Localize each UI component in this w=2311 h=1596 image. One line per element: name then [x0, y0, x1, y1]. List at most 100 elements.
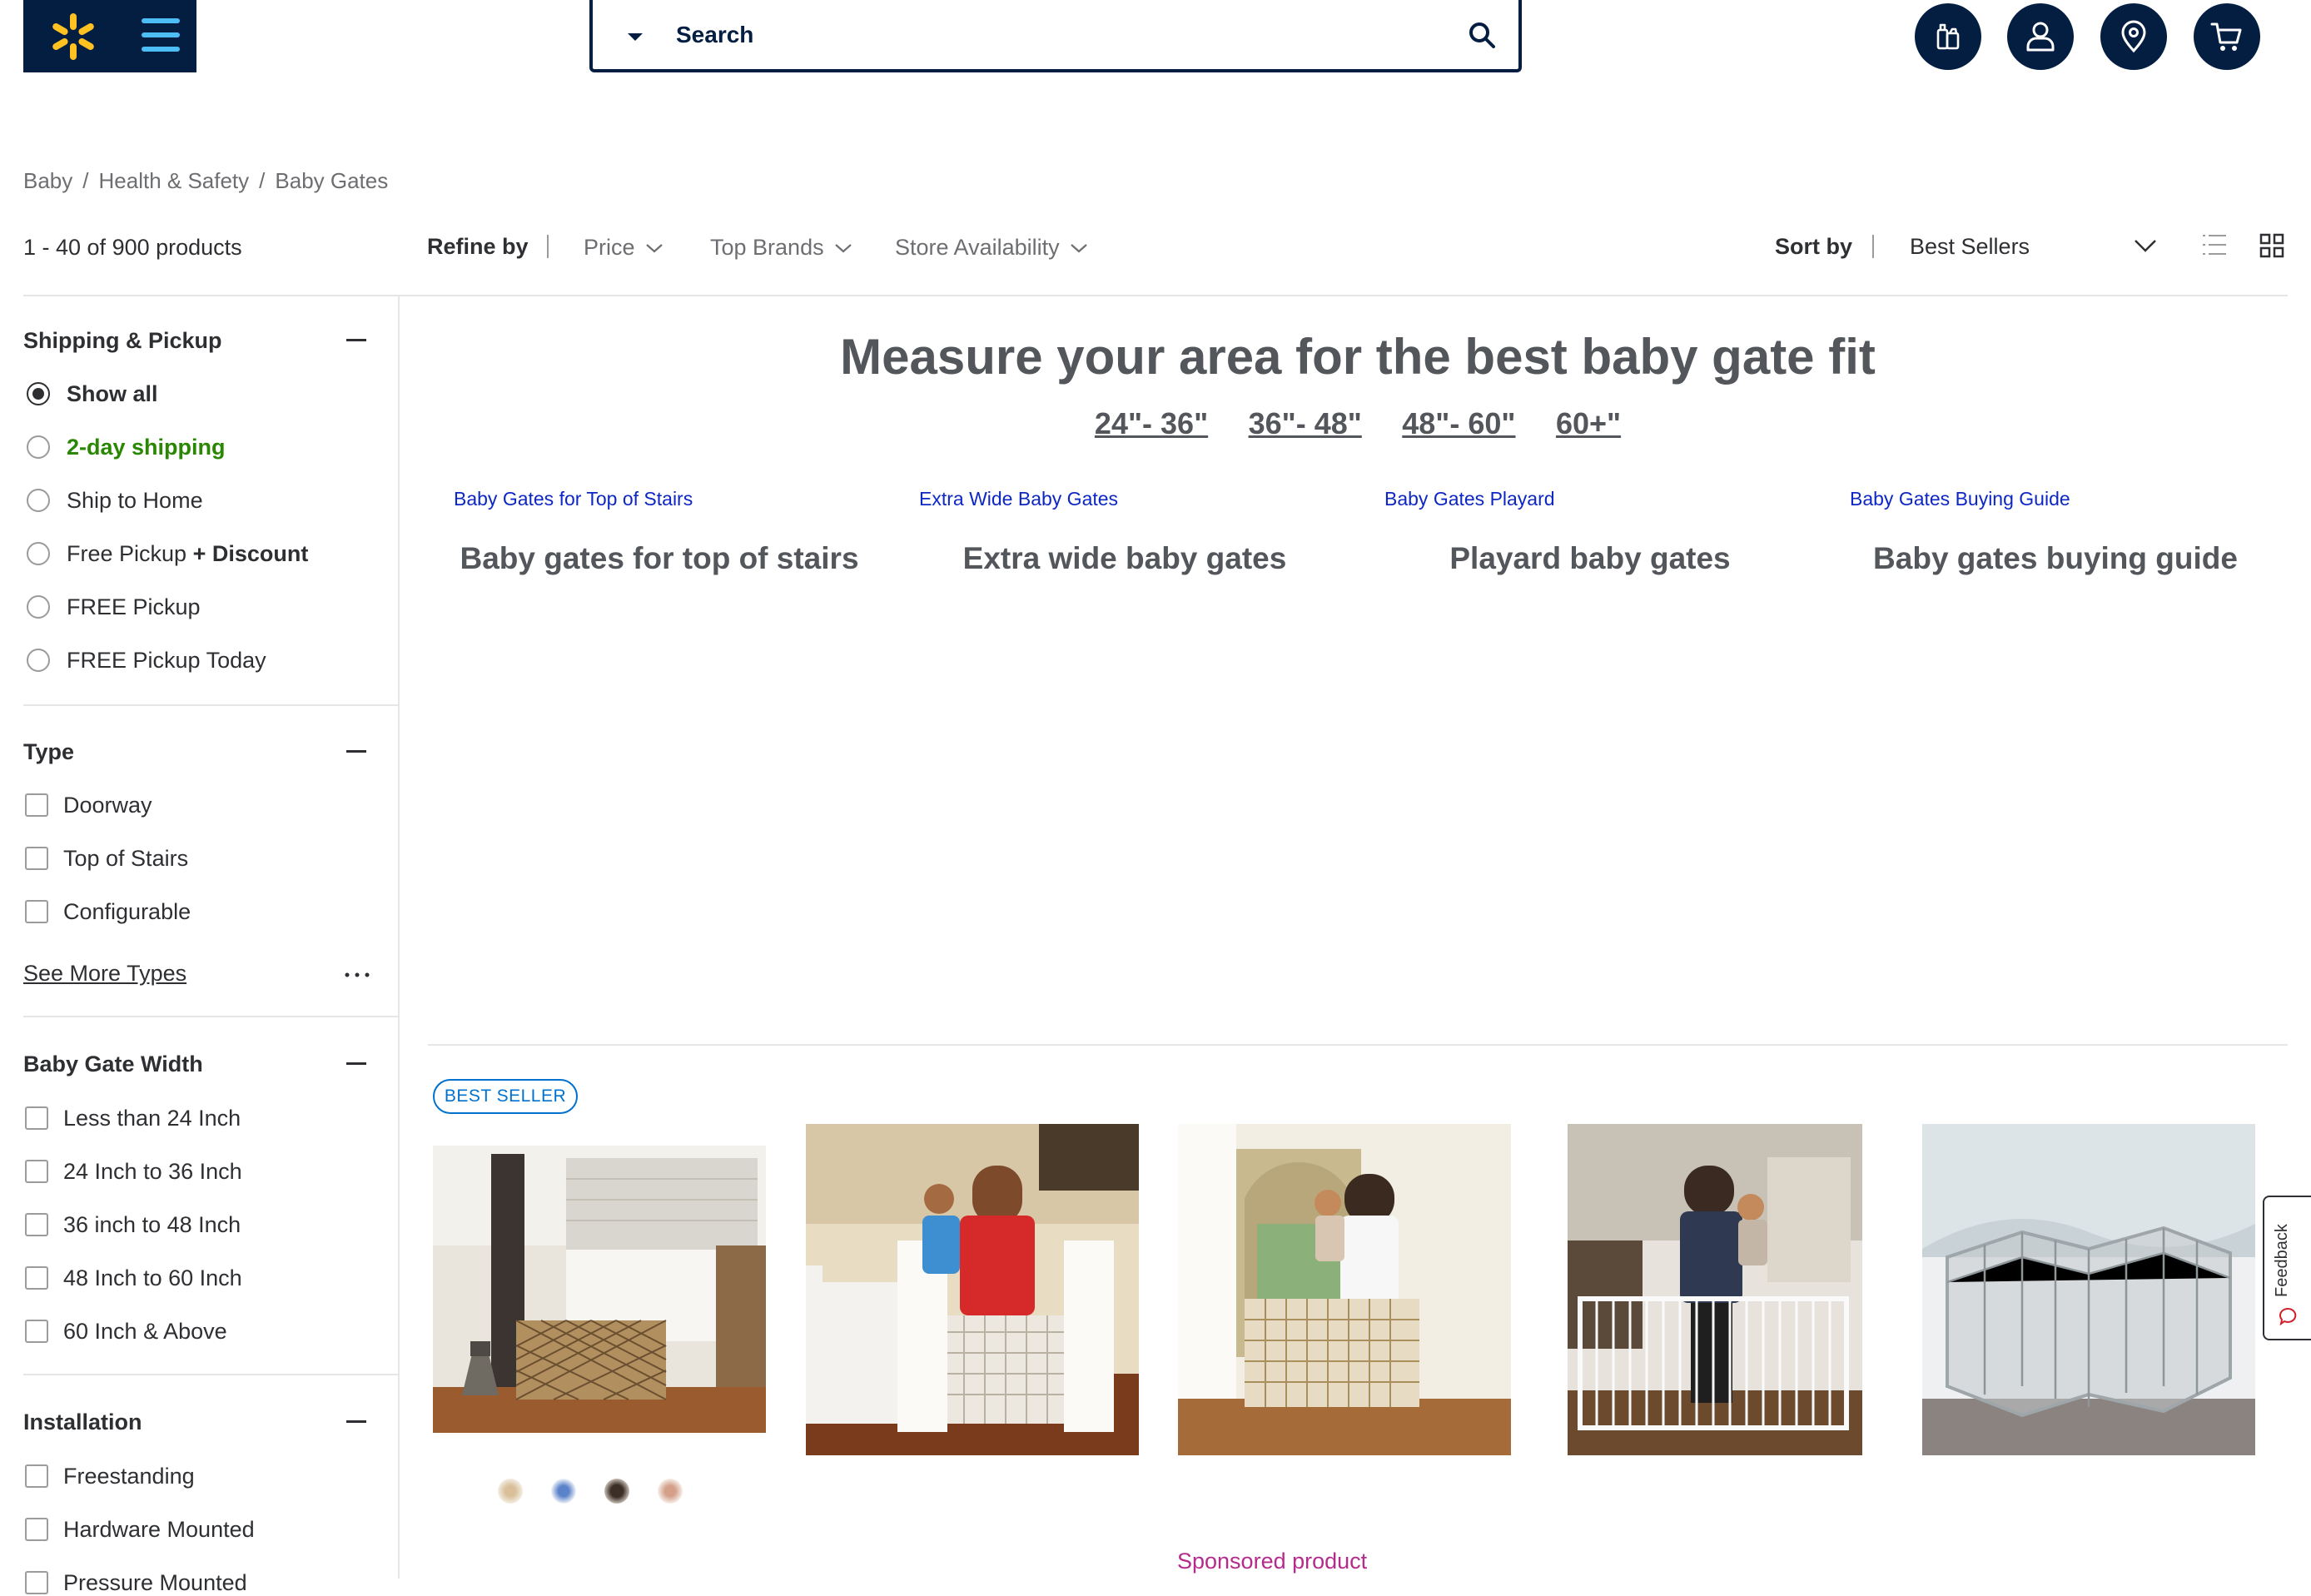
option-show-all[interactable]: Show all: [67, 381, 158, 407]
swatch-natural[interactable]: [498, 1479, 523, 1504]
grid-view-icon[interactable]: [2259, 233, 2284, 258]
checkbox-width-48-60[interactable]: [25, 1266, 48, 1290]
breadcrumb-health-safety[interactable]: Health & Safety: [99, 168, 250, 193]
option-2-day-shipping[interactable]: 2-day shipping: [67, 435, 226, 460]
search-bar[interactable]: Search: [589, 0, 1522, 72]
account-icon: [2026, 22, 2055, 52]
measure-link-24-36[interactable]: 24"- 36": [1095, 406, 1208, 441]
discount-label: + Discount: [192, 541, 309, 566]
radio-free-pickup-today[interactable]: [27, 649, 50, 672]
product-image-pressure-gate[interactable]: [1178, 1124, 1511, 1455]
list-view-icon[interactable]: [2201, 231, 2228, 258]
option-width-48-60[interactable]: 48 Inch to 60 Inch: [63, 1265, 242, 1291]
location-button[interactable]: [2100, 3, 2167, 70]
feedback-tab[interactable]: Feedback: [2263, 1196, 2311, 1340]
option-doorway[interactable]: Doorway: [63, 793, 152, 818]
option-free-pickup-today[interactable]: FREE Pickup Today: [67, 648, 266, 674]
measure-links: 24"- 36" 36"- 48" 48"- 60" 60+": [428, 406, 2288, 441]
radio-free-pickup-discount[interactable]: [27, 542, 50, 565]
spark-logo-icon[interactable]: [48, 12, 98, 62]
option-width-36-48[interactable]: 36 inch to 48 Inch: [63, 1212, 241, 1238]
result-count: 1 - 40 of 900 products: [23, 235, 242, 260]
checkbox-hardware-mounted[interactable]: [25, 1518, 48, 1541]
category-title-playard[interactable]: Playard baby gates: [1365, 541, 1815, 576]
checkbox-freestanding[interactable]: [25, 1464, 48, 1488]
account-button[interactable]: [2007, 3, 2074, 70]
checkbox-width-60-above[interactable]: [25, 1320, 48, 1343]
see-more-types-link[interactable]: See More Types: [23, 961, 186, 987]
checkbox-width-lt-24[interactable]: [25, 1106, 48, 1130]
swatch-tan[interactable]: [658, 1479, 683, 1504]
collapse-icon[interactable]: [346, 1062, 366, 1065]
sort-select[interactable]: Best Sellers: [1910, 234, 2030, 260]
section-divider: [23, 704, 398, 706]
chevron-down-icon: [1070, 243, 1087, 252]
type-heading: Type: [23, 739, 75, 764]
category-title-buying-guide[interactable]: Baby gates buying guide: [1831, 541, 2280, 576]
option-top-of-stairs[interactable]: Top of Stairs: [63, 846, 188, 872]
category-title-top-of-stairs[interactable]: Baby gates for top of stairs: [435, 541, 884, 576]
reorder-icon: [1936, 23, 1960, 50]
option-width-60-above[interactable]: 60 Inch & Above: [63, 1319, 227, 1345]
search-icon[interactable]: [1467, 20, 1497, 50]
radio-2-day-shipping[interactable]: [27, 435, 50, 459]
best-seller-badge: BEST SELLER: [433, 1079, 578, 1114]
filter-top-brands[interactable]: Top Brands: [710, 235, 852, 261]
category-link-top-of-stairs[interactable]: Baby Gates for Top of Stairs: [454, 488, 693, 510]
breadcrumb-separator: /: [259, 168, 266, 193]
option-width-lt-24[interactable]: Less than 24 Inch: [63, 1106, 241, 1131]
measure-link-48-60[interactable]: 48"- 60": [1402, 406, 1515, 441]
location-icon: [2121, 20, 2146, 53]
option-configurable[interactable]: Configurable: [63, 899, 191, 925]
option-free-pickup[interactable]: FREE Pickup: [67, 594, 201, 620]
option-freestanding[interactable]: Freestanding: [63, 1464, 195, 1489]
sponsored-product-label: Sponsored product: [1177, 1549, 1368, 1574]
swatch-blue[interactable]: [551, 1479, 576, 1504]
option-free-pickup-discount[interactable]: Free Pickup + Discount: [67, 541, 308, 567]
sidebar-divider: [398, 296, 400, 1579]
measure-link-36-48[interactable]: 36"- 48": [1249, 406, 1362, 441]
search-input[interactable]: Search: [676, 22, 753, 48]
filter-store-availability[interactable]: Store Availability: [895, 235, 1088, 261]
product-image-wooden-gate[interactable]: [433, 1146, 766, 1433]
menu-icon[interactable]: [142, 18, 180, 53]
product-image-playard-gate[interactable]: [1922, 1124, 2255, 1455]
checkbox-width-24-36[interactable]: [25, 1160, 48, 1183]
radio-show-all[interactable]: [27, 382, 50, 405]
radio-ship-to-home[interactable]: [27, 489, 50, 512]
collapse-icon[interactable]: [346, 750, 366, 753]
category-link-extra-wide[interactable]: Extra Wide Baby Gates: [919, 488, 1118, 510]
category-link-buying-guide[interactable]: Baby Gates Buying Guide: [1850, 488, 2070, 510]
radio-free-pickup[interactable]: [27, 595, 50, 619]
option-ship-to-home[interactable]: Ship to Home: [67, 488, 203, 514]
option-width-24-36[interactable]: 24 Inch to 36 Inch: [63, 1159, 242, 1185]
option-pressure-mounted[interactable]: Pressure Mounted: [63, 1570, 247, 1596]
option-free-pickup-label: Free Pickup: [67, 541, 187, 566]
filter-price[interactable]: Price: [584, 235, 663, 261]
checkbox-doorway[interactable]: [25, 793, 48, 817]
collapse-icon[interactable]: [346, 339, 366, 341]
refine-by-label: Refine by: [427, 234, 529, 259]
feedback-chat-icon: [2279, 1307, 2297, 1325]
category-link-playard[interactable]: Baby Gates Playard: [1384, 488, 1555, 510]
measure-link-60-plus[interactable]: 60+": [1556, 406, 1621, 441]
more-dots-icon[interactable]: [345, 972, 370, 977]
checkbox-top-of-stairs[interactable]: [25, 847, 48, 870]
checkbox-pressure-mounted[interactable]: [25, 1571, 48, 1594]
walmart-logo-block[interactable]: [23, 0, 196, 72]
cart-button[interactable]: [2194, 3, 2260, 70]
product-image-stair-gate[interactable]: [806, 1124, 1139, 1455]
breadcrumb-baby[interactable]: Baby: [23, 168, 72, 193]
swatch-espresso[interactable]: [604, 1479, 629, 1504]
breadcrumb-baby-gates[interactable]: Baby Gates: [275, 168, 388, 193]
reorder-button[interactable]: [1915, 3, 1981, 70]
chevron-down-icon[interactable]: [2133, 238, 2158, 253]
shipping-pickup-heading: Shipping & Pickup: [23, 328, 222, 353]
checkbox-configurable[interactable]: [25, 900, 48, 923]
search-department-dropdown-icon[interactable]: [628, 33, 643, 41]
category-title-extra-wide[interactable]: Extra wide baby gates: [900, 541, 1349, 576]
product-image-wide-gate[interactable]: [1568, 1124, 1862, 1455]
option-hardware-mounted[interactable]: Hardware Mounted: [63, 1517, 255, 1543]
collapse-icon[interactable]: [346, 1420, 366, 1423]
checkbox-width-36-48[interactable]: [25, 1213, 48, 1236]
